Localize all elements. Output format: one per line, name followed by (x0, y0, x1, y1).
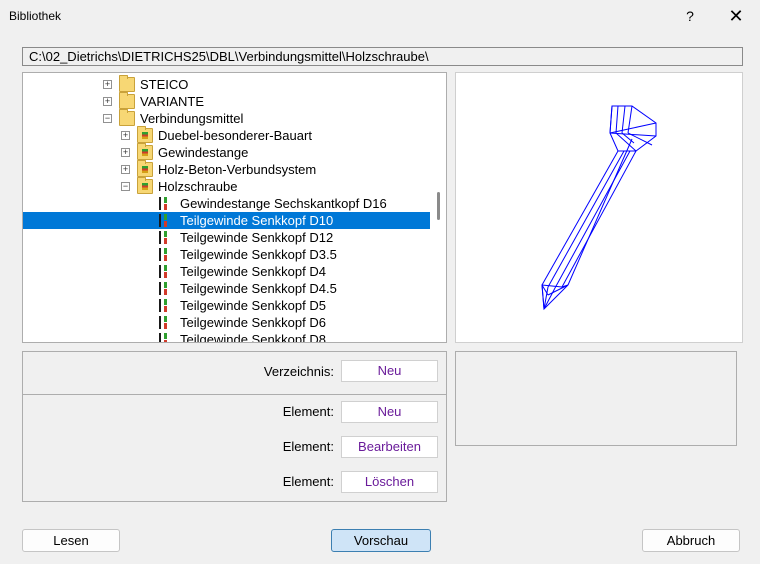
tree-item[interactable]: Gewindestange Sechskantkopf D16 (23, 195, 430, 212)
window-title: Bibliothek (9, 9, 62, 23)
tree-item-label: Holz-Beton-Verbundsystem (158, 162, 317, 177)
tree-item[interactable]: − Verbindungsmittel (23, 109, 430, 127)
tree-item-label: Teilgewinde Senkkopf D12 (180, 230, 334, 245)
tree-item-label: Duebel-besonderer-Bauart (158, 128, 312, 143)
tree-item-label: Gewindestange Sechskantkopf D16 (180, 196, 387, 211)
expand-icon[interactable]: + (121, 131, 130, 140)
element-icon (159, 315, 175, 330)
new-directory-button[interactable]: Neu (341, 360, 438, 382)
tree-item[interactable]: Teilgewinde Senkkopf D6 (23, 314, 430, 331)
tree-item-label: Teilgewinde Senkkopf D4.5 (180, 281, 337, 296)
library-tree[interactable]: + STEICO + VARIANTE − Verbindungsmittel + Duebe… (22, 72, 447, 343)
info-box (455, 351, 737, 446)
tree-item[interactable]: + Duebel-besonderer-Bauart (23, 126, 430, 144)
directory-label: Verzeichnis: (263, 364, 334, 379)
tree-item[interactable]: Teilgewinde Senkkopf D12 (23, 229, 430, 246)
element-edit-label: Element: (282, 439, 334, 454)
screw-preview-icon (541, 105, 657, 311)
element-icon (159, 281, 175, 296)
collapse-icon[interactable]: − (103, 114, 112, 123)
tree-scrollbar[interactable] (431, 73, 446, 342)
tree-item[interactable]: Teilgewinde Senkkopf D4 (23, 263, 430, 280)
element-group: Element: Neu Element: Bearbeiten Element… (22, 394, 447, 502)
tree-item[interactable]: Teilgewinde Senkkopf D10 (23, 212, 430, 229)
scrollbar-thumb[interactable] (437, 192, 440, 220)
tree-item[interactable]: Teilgewinde Senkkopf D3.5 (23, 246, 430, 263)
tree-item-label: Holzschraube (158, 179, 238, 194)
expand-icon[interactable]: + (103, 80, 112, 89)
expand-icon[interactable]: + (121, 165, 130, 174)
element-delete-label: Element: (282, 474, 334, 489)
tree-item[interactable]: Teilgewinde Senkkopf D5 (23, 297, 430, 314)
element-icon (159, 247, 175, 262)
tree-item[interactable]: + Gewindestange (23, 143, 430, 161)
edit-element-button[interactable]: Bearbeiten (341, 436, 438, 458)
tree-item-label: Teilgewinde Senkkopf D5 (180, 298, 326, 313)
folder-icon (119, 92, 135, 109)
path-field: C:\02_Dietrichs\DIETRICHS25\DBL\Verbindu… (22, 47, 743, 66)
element-icon (159, 264, 175, 279)
tree-item[interactable]: Teilgewinde Senkkopf D4.5 (23, 280, 430, 297)
tree-item-label: Gewindestange (158, 145, 249, 160)
element-icon (159, 298, 175, 313)
preview-pane (455, 72, 743, 343)
tree-item[interactable]: Teilgewinde Senkkopf D8 (23, 331, 430, 343)
library-folder-icon (137, 143, 153, 160)
tree-item-label: Teilgewinde Senkkopf D10 (180, 213, 334, 228)
help-button[interactable]: ? (668, 0, 712, 32)
element-icon (159, 332, 175, 342)
title-bar: Bibliothek ? ✕ (0, 0, 760, 32)
element-icon (159, 196, 175, 211)
library-folder-open-icon (137, 177, 153, 194)
read-button[interactable]: Lesen (22, 529, 120, 552)
tree-item-label: Teilgewinde Senkkopf D6 (180, 315, 326, 330)
tree-item-label: Teilgewinde Senkkopf D4 (180, 264, 326, 279)
element-icon (159, 230, 175, 245)
library-folder-icon (137, 126, 153, 143)
collapse-icon[interactable]: − (121, 182, 130, 191)
tree-item-label: STEICO (140, 77, 189, 92)
element-icon (159, 213, 175, 228)
cancel-button[interactable]: Abbruch (642, 529, 740, 552)
expand-icon[interactable]: + (121, 148, 130, 157)
tree-item-label: Teilgewinde Senkkopf D3.5 (180, 247, 337, 262)
tree-item[interactable]: + VARIANTE (23, 92, 430, 110)
tree-item[interactable]: + Holz-Beton-Verbundsystem (23, 160, 430, 178)
folder-icon (119, 75, 135, 92)
element-new-label: Element: (282, 404, 334, 419)
library-folder-icon (137, 160, 153, 177)
expand-icon[interactable]: + (103, 97, 112, 106)
tree-item-label: Verbindungsmittel (140, 111, 244, 126)
close-button[interactable]: ✕ (714, 0, 758, 32)
tree-item-label: Teilgewinde Senkkopf D8 (180, 332, 326, 343)
preview-button[interactable]: Vorschau (331, 529, 431, 552)
new-element-button[interactable]: Neu (341, 401, 438, 423)
delete-element-button[interactable]: Löschen (341, 471, 438, 493)
folder-open-icon (119, 109, 135, 126)
directory-group: Verzeichnis: Neu (22, 351, 447, 395)
tree-item[interactable]: + STEICO (23, 75, 430, 93)
tree-item[interactable]: − Holzschraube (23, 177, 430, 195)
tree-item-label: VARIANTE (140, 94, 205, 109)
